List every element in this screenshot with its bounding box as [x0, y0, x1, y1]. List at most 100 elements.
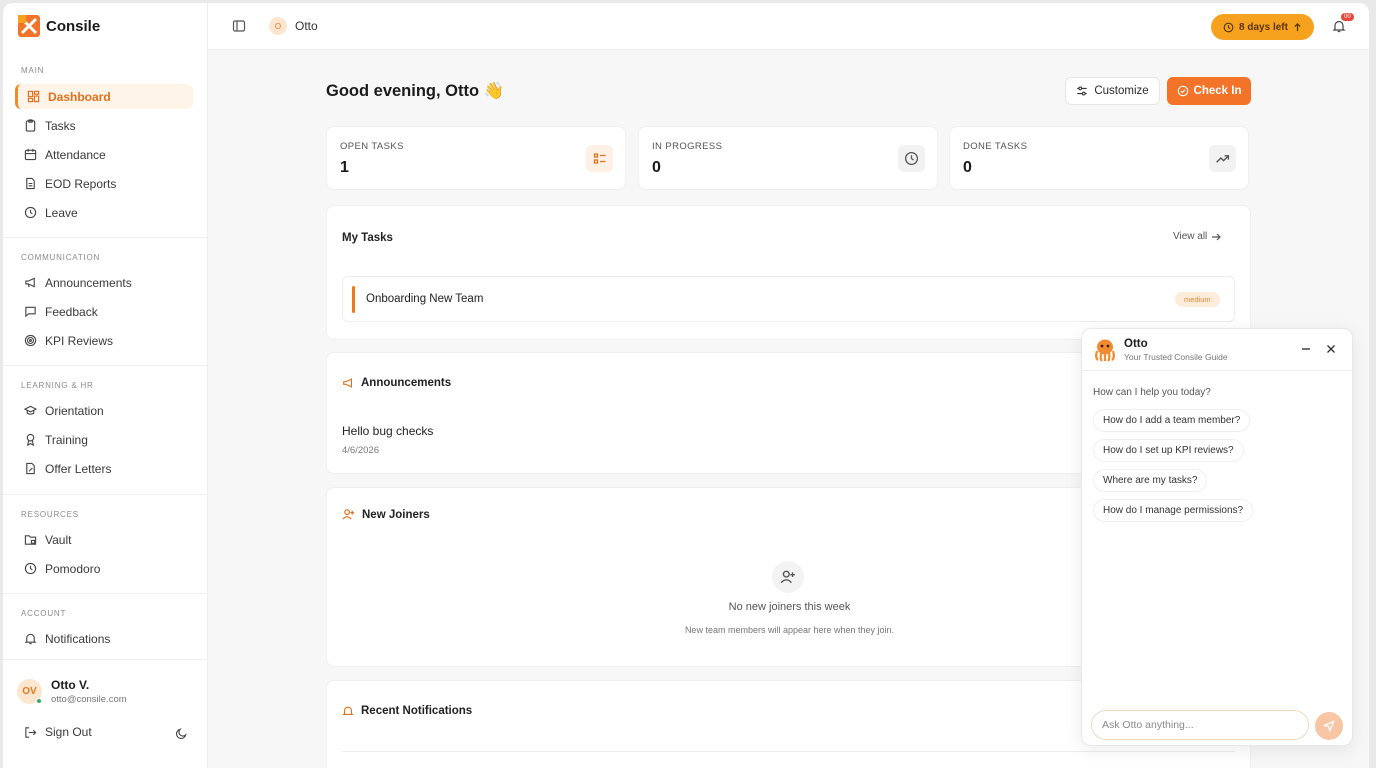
sidebar-toggle-icon[interactable]: [232, 19, 246, 33]
card-title: New Joiners: [342, 508, 430, 521]
file-icon: [26, 177, 35, 190]
check-in-label: Check In: [1193, 85, 1242, 97]
sidebar-item-label: Pomodoro: [45, 561, 101, 576]
sidebar-item-label: Attendance: [45, 147, 106, 162]
send-icon: [1323, 720, 1335, 732]
sidebar-item-pomodoro[interactable]: Pomodoro: [15, 556, 193, 581]
sidebar-item-feedback[interactable]: Feedback: [15, 299, 193, 324]
view-all-label: View all: [1173, 231, 1208, 242]
card-title-label: New Joiners: [362, 508, 430, 521]
sidebar-item-label: KPI Reviews: [45, 333, 114, 348]
stat-card-in-progress: IN PROGRESS 0: [638, 126, 938, 190]
message-icon: [25, 306, 36, 318]
section-resources: RESOURCES: [21, 510, 79, 519]
calendar-icon: [24, 148, 37, 161]
view-all-link[interactable]: View all: [1173, 231, 1222, 242]
sidebar-item-offer-letters[interactable]: Offer Letters: [15, 456, 193, 481]
suggestion-chip[interactable]: How do I set up KPI reviews?: [1093, 439, 1244, 462]
trial-days-button[interactable]: 8 days left: [1211, 14, 1314, 40]
card-title: My Tasks: [342, 232, 393, 244]
online-status-dot: [36, 698, 42, 704]
sidebar-divider: [3, 237, 208, 238]
sidebar-item-orientation[interactable]: Orientation: [15, 398, 193, 423]
avatar-initials: OV: [22, 686, 37, 697]
user-plus-icon: [772, 561, 804, 593]
suggestion-chip[interactable]: How do I manage permissions?: [1093, 499, 1254, 522]
clock-icon: [898, 145, 925, 172]
send-button[interactable]: [1315, 712, 1343, 740]
logout-icon: [25, 726, 37, 738]
close-icon[interactable]: [1325, 343, 1337, 355]
sidebar-item-training[interactable]: Training: [15, 427, 193, 452]
megaphone-icon: [25, 277, 35, 288]
list-checks-icon: [586, 145, 613, 172]
sidebar-item-notifications[interactable]: Notifications: [15, 626, 193, 651]
customize-button[interactable]: Customize: [1065, 77, 1160, 105]
otto-chat-widget: Otto Your Trusted Consile Guide How can …: [1081, 328, 1353, 746]
chat-title: Otto: [1124, 338, 1148, 350]
sidebar-item-label: Dashboard: [48, 89, 111, 104]
notification-badge: 00: [1341, 13, 1354, 21]
brand-name: Consile: [46, 17, 101, 35]
clipboard-icon: [25, 119, 36, 132]
stat-label: IN PROGRESS: [652, 141, 723, 152]
user-email: otto@consile.com: [51, 694, 127, 705]
workspace-name: Otto: [295, 19, 318, 33]
card-title-label: Announcements: [361, 377, 452, 389]
notification-row[interactable]: [342, 751, 1235, 768]
my-tasks-card: My Tasks View all Onboarding New Team me…: [326, 205, 1251, 340]
timer-icon: [24, 562, 37, 575]
sign-out-label: Sign Out: [45, 725, 92, 739]
customize-label: Customize: [1094, 85, 1149, 97]
sidebar-item-eod-reports[interactable]: EOD Reports: [15, 171, 193, 196]
priority-badge: medium: [1175, 292, 1220, 307]
app-window: Consile MAIN Dashboard Tasks Attendance …: [3, 3, 1369, 768]
user-profile[interactable]: OV Otto V. otto@consile.com: [17, 678, 127, 705]
sign-out-button[interactable]: Sign Out: [24, 725, 92, 739]
octopus-icon: [1095, 339, 1115, 362]
section-account: ACCOUNT: [21, 609, 67, 618]
bell-icon: [342, 706, 354, 715]
sidebar-item-announcements[interactable]: Announcements: [15, 270, 193, 295]
award-icon: [26, 433, 35, 446]
chat-header: Otto Your Trusted Consile Guide: [1082, 329, 1352, 371]
notifications-bell-icon[interactable]: [1332, 19, 1346, 33]
arrow-up-icon: [1294, 22, 1301, 31]
clock-icon: [24, 206, 37, 219]
sidebar-item-label: Training: [45, 432, 88, 447]
sidebar-item-label: Orientation: [45, 403, 104, 418]
avatar: OV: [17, 679, 42, 704]
consile-logo-icon: [18, 15, 40, 37]
chat-input[interactable]: [1091, 710, 1309, 740]
brand[interactable]: Consile: [18, 15, 100, 37]
sidebar-divider: [3, 365, 208, 366]
arrow-right-icon: [1212, 233, 1222, 240]
topbar: O Otto 8 days left 00: [208, 3, 1369, 50]
task-row[interactable]: Onboarding New Team medium: [342, 276, 1235, 322]
card-title: Announcements: [342, 377, 451, 389]
sidebar-item-tasks[interactable]: Tasks: [15, 113, 193, 138]
sidebar-item-dashboard[interactable]: Dashboard: [15, 84, 193, 109]
check-in-button[interactable]: Check In: [1167, 77, 1251, 105]
user-plus-icon: [342, 509, 355, 520]
sidebar-item-leave[interactable]: Leave: [15, 200, 193, 225]
trial-label: 8 days left: [1239, 21, 1288, 33]
suggestion-chip[interactable]: How do I add a team member?: [1093, 409, 1251, 432]
sidebar-item-kpi-reviews[interactable]: KPI Reviews: [15, 328, 193, 353]
moon-icon[interactable]: [175, 727, 188, 740]
minimize-icon[interactable]: [1300, 343, 1312, 355]
page-title: Good evening, Otto 👋: [326, 82, 505, 100]
sidebar-item-label: Vault: [45, 532, 72, 547]
sliders-icon: [1077, 86, 1088, 96]
suggestion-chip[interactable]: Where are my tasks?: [1093, 469, 1208, 492]
sidebar: Consile MAIN Dashboard Tasks Attendance …: [3, 3, 208, 768]
sidebar-item-label: Leave: [45, 205, 78, 220]
sidebar-item-attendance[interactable]: Attendance: [15, 142, 193, 167]
stat-card-open-tasks: OPEN TASKS 1: [326, 126, 626, 190]
folder-lock-icon: [24, 535, 37, 545]
sidebar-divider: [3, 593, 208, 594]
sidebar-item-label: Announcements: [45, 275, 132, 290]
stat-label: OPEN TASKS: [340, 141, 404, 152]
sidebar-item-vault[interactable]: Vault: [15, 527, 193, 552]
priority-bar: [352, 286, 355, 313]
